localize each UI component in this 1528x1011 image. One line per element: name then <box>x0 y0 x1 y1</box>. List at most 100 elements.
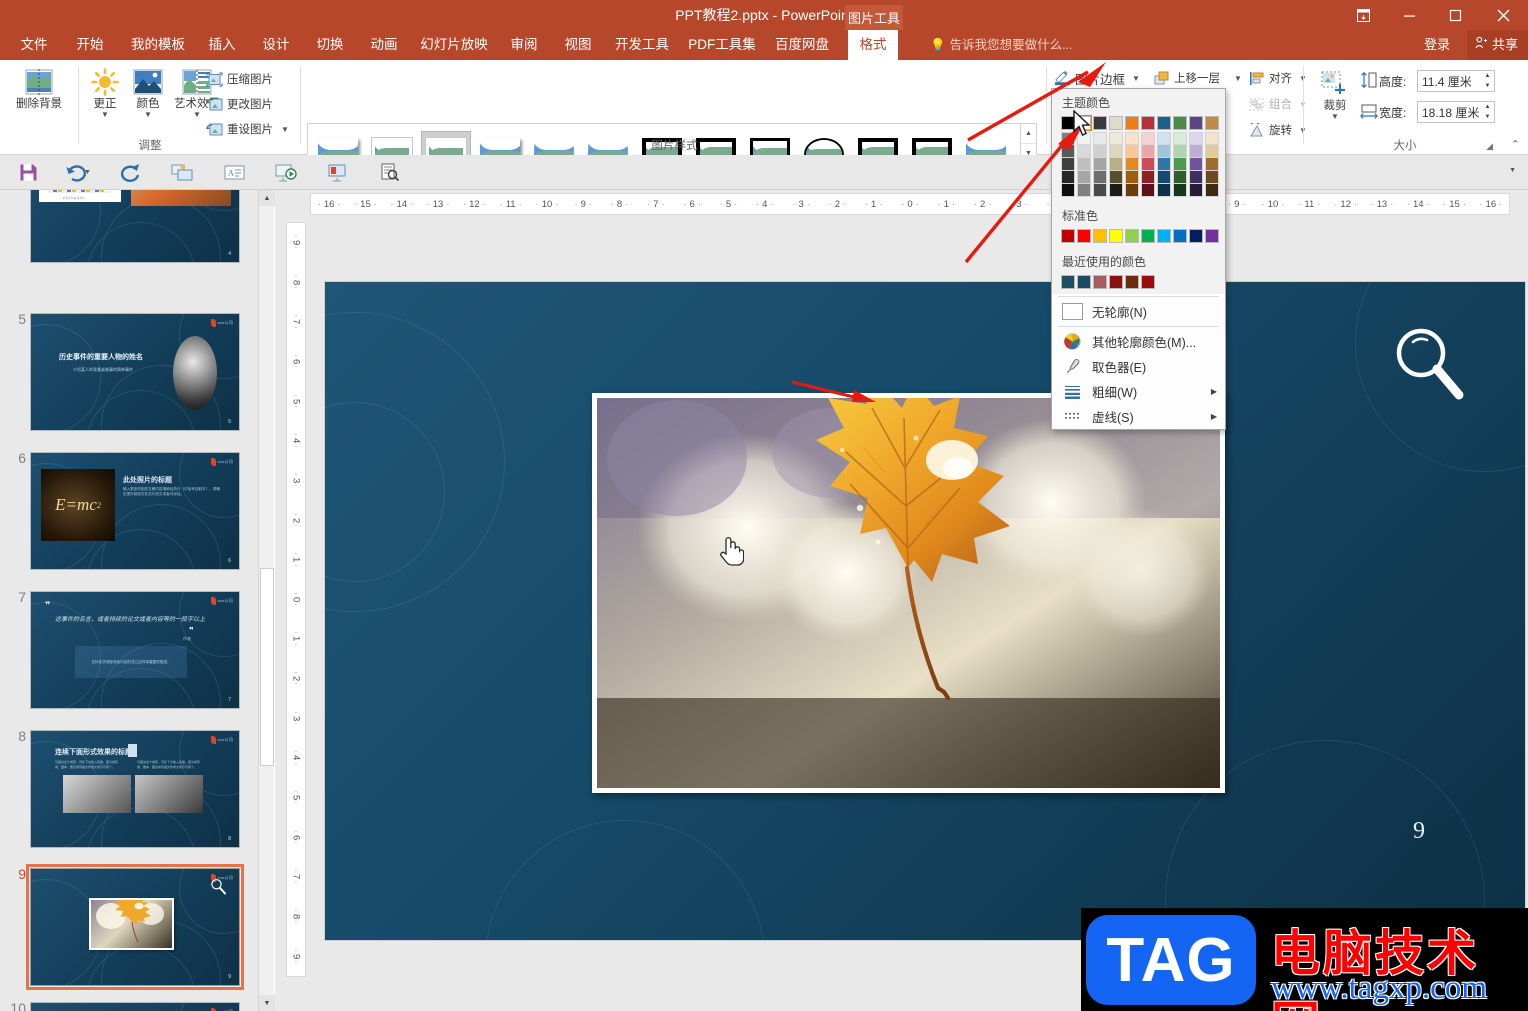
theme-color-swatch[interactable] <box>1125 116 1139 130</box>
picture-frame[interactable] <box>592 393 1225 793</box>
theme-tint-swatch[interactable] <box>1109 145 1123 158</box>
theme-color-swatch[interactable] <box>1157 116 1171 130</box>
menu-item-eyedropper[interactable]: 取色器(E) <box>1052 354 1225 379</box>
slide-thumbnail-8[interactable]: 8 xxx公司 8 连续下面形式效果的标题 与相关企十成形，可补下方输入篇章，更为成写成… <box>18 728 240 848</box>
recent-colors-row[interactable] <box>1052 273 1225 294</box>
theme-tint-swatch[interactable] <box>1061 145 1075 158</box>
slide-thumbnail-5[interactable]: 5 xxx公司 5 历史事件的重要人物的姓名 介绍某人的背景或故事的简单事件 <box>18 311 240 431</box>
theme-tint-swatch[interactable] <box>1141 132 1155 145</box>
theme-tint-swatch[interactable] <box>1141 171 1155 184</box>
group-button[interactable]: 组合 ▼ <box>1248 93 1307 115</box>
tell-me-box[interactable]: 💡 告诉我您想要做什么... <box>930 30 1073 60</box>
text-box-icon[interactable]: A <box>220 159 248 186</box>
ribbon-tab-3[interactable]: 插入 <box>198 30 246 60</box>
theme-tint-swatch[interactable] <box>1077 184 1091 197</box>
crop-button[interactable]: 裁剪 ▼ <box>1312 68 1358 121</box>
theme-tint-column[interactable] <box>1205 132 1219 197</box>
theme-tint-column[interactable] <box>1189 132 1203 197</box>
ribbon-display-options-icon[interactable] <box>1340 0 1386 30</box>
chevron-right-icon[interactable]: ▶ <box>1211 412 1217 421</box>
theme-tint-swatch[interactable] <box>1189 132 1203 145</box>
chevron-right-icon[interactable]: ▶ <box>1211 387 1217 396</box>
recent-color-swatch[interactable] <box>1141 275 1155 289</box>
theme-tint-swatch[interactable] <box>1141 158 1155 171</box>
slide-canvas[interactable]: 9 <box>325 282 1525 940</box>
chevron-down-icon[interactable]: ▼ <box>193 111 201 119</box>
share-button[interactable]: 共享 <box>1466 30 1528 60</box>
theme-color-swatch[interactable] <box>1141 116 1155 130</box>
theme-tint-swatch[interactable] <box>1125 132 1139 145</box>
theme-tint-swatch[interactable] <box>1109 132 1123 145</box>
autumn-leaf-photo[interactable] <box>597 398 1220 788</box>
ribbon-tab-9[interactable]: 视图 <box>554 30 602 60</box>
theme-tint-swatch[interactable] <box>1189 145 1203 158</box>
new-slide-icon[interactable] <box>168 159 196 186</box>
standard-color-swatch[interactable] <box>1157 229 1171 243</box>
theme-tint-swatch[interactable] <box>1189 158 1203 171</box>
standard-color-swatch[interactable] <box>1125 229 1139 243</box>
theme-tint-swatch[interactable] <box>1125 184 1139 197</box>
chevron-down-icon[interactable]: ▼ <box>1331 113 1339 121</box>
menu-item-no-outline[interactable]: 无轮廓(N) <box>1052 299 1225 324</box>
theme-tint-swatch[interactable] <box>1061 171 1075 184</box>
menu-item-dashes[interactable]: 虚线(S) ▶ <box>1052 404 1225 429</box>
qat-customize-icon[interactable]: ▼ <box>1509 167 1516 174</box>
theme-tint-swatch[interactable] <box>1093 171 1107 184</box>
standard-colors-row[interactable] <box>1052 227 1225 248</box>
print-preview-icon[interactable] <box>376 159 404 186</box>
ribbon-tab-5[interactable]: 切换 <box>306 30 354 60</box>
chevron-down-icon[interactable]: ▼ <box>1234 74 1242 82</box>
minimize-icon[interactable] <box>1386 0 1432 30</box>
theme-tint-swatch[interactable] <box>1077 145 1091 158</box>
size-dialog-launcher-icon[interactable]: ◢ <box>1486 141 1493 152</box>
slide-preview[interactable]: xxx公司10 <box>30 1002 240 1011</box>
chevron-down-icon[interactable]: ▼ <box>1132 74 1140 82</box>
theme-tint-swatch[interactable] <box>1093 184 1107 197</box>
theme-tint-swatch[interactable] <box>1205 158 1219 171</box>
slide-thumbnail-7[interactable]: 7 xxx公司 7 ❞ 这事件的名言，或者持续的论文或者内容等的一段字以上 ❞ 作者 支持化学… <box>18 589 240 709</box>
remove-background-button[interactable]: 删除背景 <box>8 66 70 111</box>
theme-tint-column[interactable] <box>1109 132 1123 197</box>
theme-tint-swatch[interactable] <box>1125 145 1139 158</box>
standard-color-swatch[interactable] <box>1061 229 1075 243</box>
theme-tint-swatch[interactable] <box>1173 132 1187 145</box>
collapse-ribbon-icon[interactable]: ⌃ <box>1511 138 1520 151</box>
theme-tint-swatch[interactable] <box>1205 171 1219 184</box>
theme-tint-swatch[interactable] <box>1125 171 1139 184</box>
ribbon-tab-13[interactable]: 格式 <box>848 30 898 60</box>
theme-tint-swatch[interactable] <box>1109 171 1123 184</box>
slide-preview[interactable]: xxx公司 7 ❞ 这事件的名言，或者持续的论文或者内容等的一段字以上 ❞ 作者 支持化学测… <box>30 591 240 709</box>
ribbon-tab-12[interactable]: 百度网盘 <box>766 30 838 60</box>
maximize-icon[interactable] <box>1432 0 1478 30</box>
ribbon-tab-6[interactable]: 动画 <box>360 30 408 60</box>
scroll-down-icon[interactable]: ▼ <box>259 995 275 1011</box>
bring-forward-button[interactable]: 上移一层 ▼ <box>1153 67 1242 89</box>
scroll-up-icon[interactable]: ▲ <box>259 190 275 206</box>
theme-tint-column[interactable] <box>1093 132 1107 197</box>
standard-color-swatch[interactable] <box>1109 229 1123 243</box>
scrollbar-thumb[interactable] <box>260 568 274 766</box>
close-icon[interactable] <box>1478 0 1528 30</box>
ribbon-tab-8[interactable]: 审阅 <box>500 30 548 60</box>
slide-preview[interactable]: xxx公司 6 E=mc 2 此处照片的标题 输入更多的相关文稿内容请稍后执行（中括号括取… <box>30 452 240 570</box>
theme-tint-swatch[interactable] <box>1173 158 1187 171</box>
standard-color-swatch[interactable] <box>1077 229 1091 243</box>
theme-tint-swatch[interactable] <box>1173 145 1187 158</box>
standard-color-swatch[interactable] <box>1205 229 1219 243</box>
theme-color-swatch[interactable] <box>1205 116 1219 130</box>
change-picture-button[interactable]: 更改图片 <box>206 93 273 115</box>
theme-tint-swatch[interactable] <box>1205 145 1219 158</box>
picture-border-button[interactable]: 图片边框 ▼ <box>1054 67 1140 89</box>
slide-thumbnail-9[interactable]: 9 xxx公司 9 <box>18 864 244 990</box>
theme-tint-swatch[interactable] <box>1077 158 1091 171</box>
theme-tint-column[interactable] <box>1173 132 1187 197</box>
recent-color-swatch[interactable] <box>1109 275 1123 289</box>
theme-tint-swatch[interactable] <box>1125 158 1139 171</box>
theme-tint-swatch[interactable] <box>1157 145 1171 158</box>
theme-tint-swatch[interactable] <box>1173 171 1187 184</box>
height-field[interactable]: 11.4 厘米 ▲ ▼ <box>1417 70 1495 92</box>
slide-preview[interactable]: xxx公司 9 <box>30 868 240 986</box>
recent-color-swatch[interactable] <box>1061 275 1075 289</box>
recent-color-swatch[interactable] <box>1077 275 1091 289</box>
menu-item-line-weight[interactable]: 粗细(W) ▶ <box>1052 379 1225 404</box>
